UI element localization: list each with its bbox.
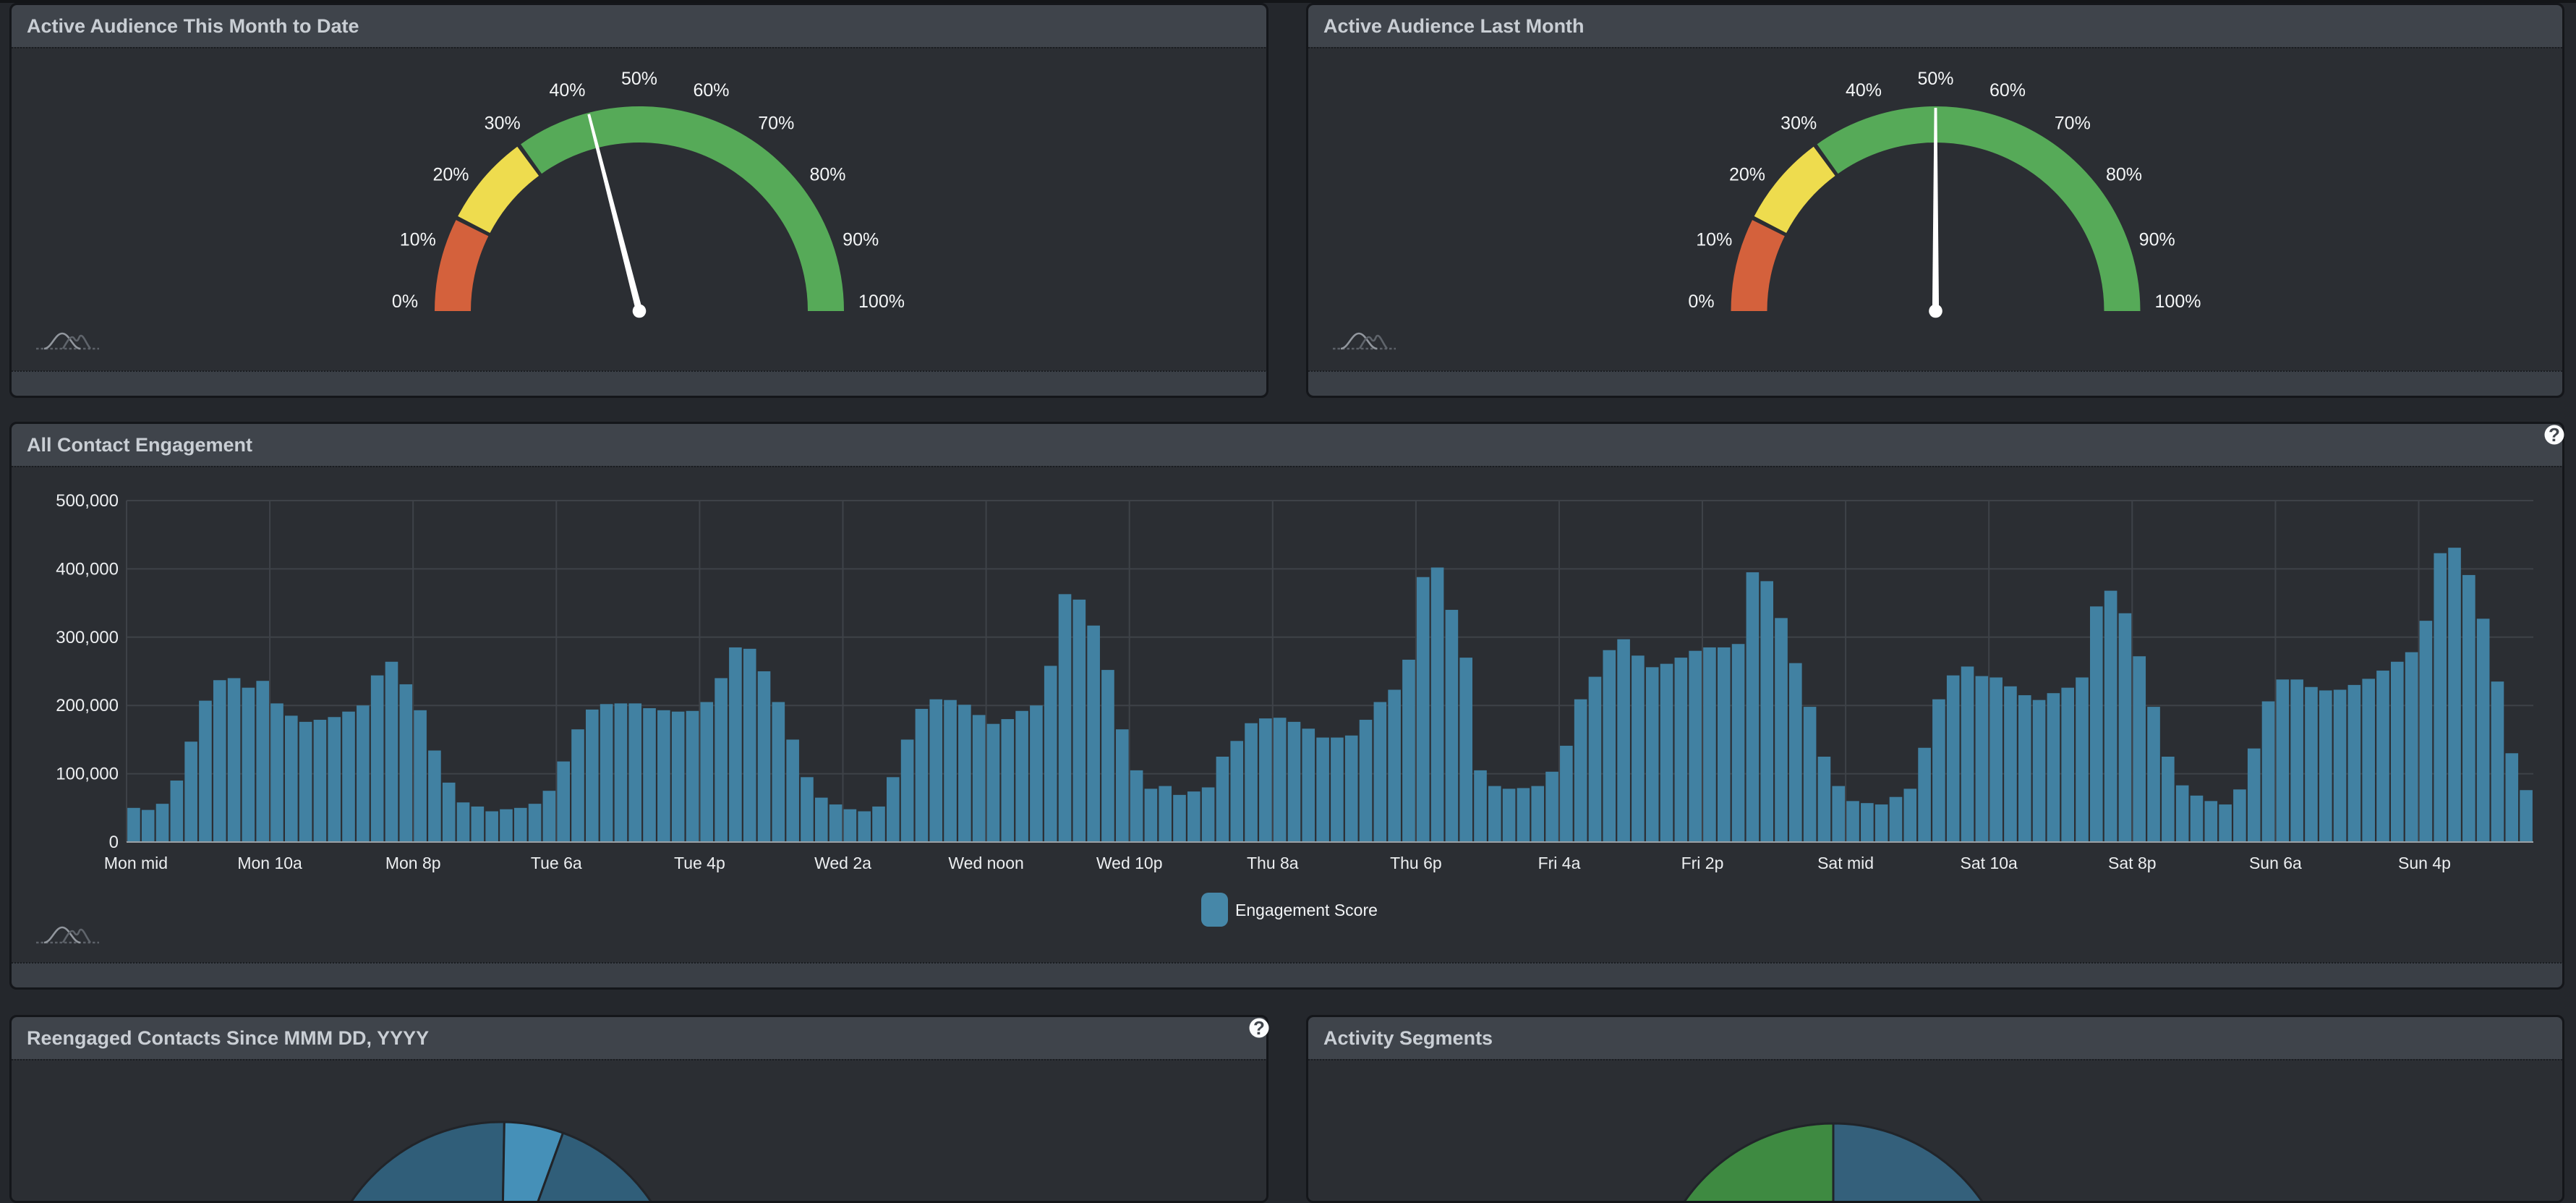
- svg-text:?: ?: [1253, 1017, 1265, 1039]
- svg-text:400,000: 400,000: [56, 559, 119, 579]
- svg-text:80%: 80%: [809, 165, 845, 185]
- svg-text:Fri 2p: Fri 2p: [1681, 854, 1724, 872]
- svg-text:90%: 90%: [2139, 230, 2175, 250]
- svg-text:?: ?: [2549, 424, 2560, 446]
- svg-text:Tue 4p: Tue 4p: [674, 854, 725, 872]
- svg-text:Fri 4a: Fri 4a: [1538, 854, 1581, 872]
- svg-text:500,000: 500,000: [56, 491, 119, 511]
- svg-text:Sat 8p: Sat 8p: [2108, 854, 2157, 872]
- svg-text:Wed 2a: Wed 2a: [814, 854, 871, 872]
- svg-text:30%: 30%: [1780, 114, 1817, 134]
- svg-text:Sat 10a: Sat 10a: [1961, 854, 2018, 872]
- svg-text:Wed noon: Wed noon: [948, 854, 1023, 872]
- svg-text:0%: 0%: [392, 292, 418, 312]
- svg-text:Thu 6p: Thu 6p: [1390, 854, 1442, 872]
- svg-text:Mon 8p: Mon 8p: [385, 854, 441, 872]
- svg-text:20%: 20%: [1729, 165, 1765, 185]
- svg-text:30%: 30%: [485, 114, 521, 134]
- svg-text:100,000: 100,000: [56, 765, 119, 784]
- svg-text:50%: 50%: [621, 69, 657, 89]
- svg-text:0%: 0%: [1688, 292, 1714, 312]
- svg-text:Sun 4p: Sun 4p: [2398, 854, 2451, 872]
- svg-text:Thu 8a: Thu 8a: [1247, 854, 1299, 872]
- svg-text:Sun 6a: Sun 6a: [2249, 854, 2302, 872]
- svg-text:100%: 100%: [858, 292, 905, 312]
- svg-text:50%: 50%: [1917, 69, 1953, 89]
- svg-text:Wed 10p: Wed 10p: [1096, 854, 1163, 872]
- svg-text:60%: 60%: [1989, 80, 2026, 101]
- svg-text:Engagement Score: Engagement Score: [1235, 901, 1378, 919]
- svg-text:Mon 10a: Mon 10a: [237, 854, 302, 872]
- svg-text:90%: 90%: [843, 230, 879, 250]
- svg-text:10%: 10%: [1696, 230, 1732, 250]
- svg-text:60%: 60%: [693, 80, 729, 101]
- svg-text:Sat mid: Sat mid: [1817, 854, 1874, 872]
- svg-text:70%: 70%: [2055, 114, 2091, 134]
- svg-text:80%: 80%: [2106, 165, 2142, 185]
- svg-text:Mon mid: Mon mid: [104, 854, 168, 872]
- svg-text:200,000: 200,000: [56, 696, 119, 715]
- svg-text:0: 0: [109, 833, 119, 852]
- svg-text:20%: 20%: [432, 165, 469, 185]
- svg-text:10%: 10%: [400, 230, 436, 250]
- svg-text:300,000: 300,000: [56, 628, 119, 647]
- svg-text:70%: 70%: [758, 114, 794, 134]
- svg-text:40%: 40%: [1846, 80, 1882, 101]
- svg-text:40%: 40%: [549, 80, 585, 101]
- svg-text:100%: 100%: [2155, 292, 2201, 312]
- svg-text:Tue 6a: Tue 6a: [531, 854, 582, 872]
